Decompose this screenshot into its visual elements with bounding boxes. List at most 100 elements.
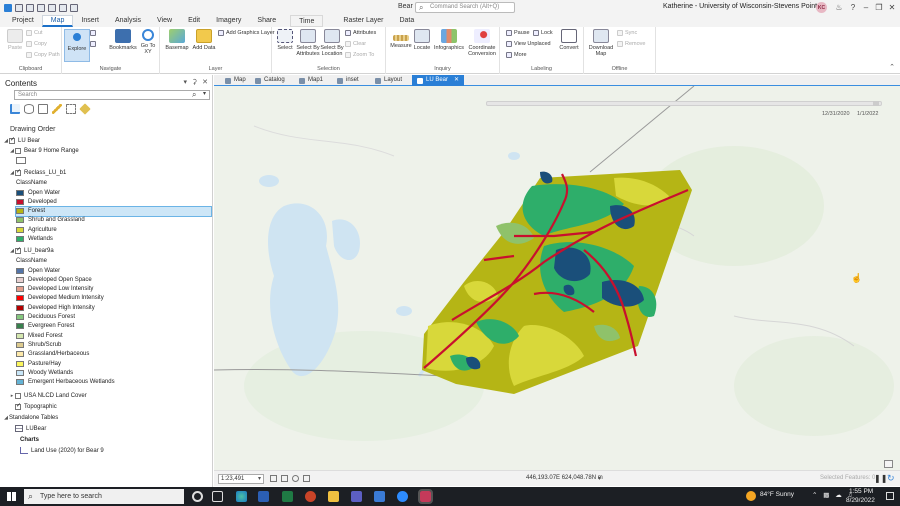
snipping-tool-icon[interactable] <box>418 489 433 504</box>
legend-class-item[interactable]: Forest <box>15 205 212 217</box>
infographics-button[interactable]: Infographics <box>433 29 465 51</box>
legend-class-item[interactable]: Open Water <box>16 266 60 275</box>
pane-bottom-icon[interactable] <box>884 460 893 468</box>
pause-drawing-icon[interactable]: ❚❚ <box>874 474 887 483</box>
tab-edit[interactable]: Edit <box>180 15 208 27</box>
select-by-attributes-button[interactable]: Select By Attributes <box>296 29 320 57</box>
legend-class-item[interactable]: Emergent Herbaceous Wetlands <box>16 378 115 387</box>
collapse-ribbon-icon[interactable]: ⌃ <box>889 63 895 71</box>
legend-class-item[interactable]: Agriculture <box>16 225 57 234</box>
clear-selection-button[interactable]: Clear <box>345 41 366 47</box>
legend-class-item[interactable]: Open Water <box>16 188 60 197</box>
signed-in-user[interactable]: Katherine - University of Wisconsin-Stev… <box>663 3 817 10</box>
list-by-snapping-icon[interactable] <box>66 104 76 114</box>
legend-swatch[interactable] <box>16 208 24 215</box>
grid-icon[interactable] <box>281 475 288 482</box>
avatar[interactable]: KC <box>816 2 827 13</box>
layer-visibility-checkbox[interactable] <box>15 147 21 154</box>
legend-swatch[interactable] <box>16 369 24 376</box>
coordinate-conversion-button[interactable]: Coordinate Conversion <box>466 29 498 57</box>
legend-class-item[interactable]: Developed High Intensity <box>16 303 95 312</box>
legend-class-item[interactable]: Woody Wetlands <box>16 368 73 377</box>
map-visibility-checkbox[interactable] <box>9 136 15 144</box>
go-to-xy-button[interactable]: Go To XY <box>138 29 158 55</box>
multitask-icon[interactable] <box>212 491 223 502</box>
legend-swatch[interactable] <box>16 360 24 367</box>
copy-path-button[interactable]: Copy Path <box>26 52 60 58</box>
legend-swatch[interactable] <box>16 295 24 302</box>
new-project-icon[interactable] <box>15 3 23 12</box>
pane-options-icon[interactable]: ▾ <box>183 78 187 86</box>
legend-class-item[interactable]: Developed Medium Intensity <box>16 294 104 303</box>
edge-browser-icon[interactable] <box>236 491 247 502</box>
convert-button[interactable]: Convert <box>556 29 582 51</box>
clock-time[interactable]: 1:55 PM <box>849 488 873 495</box>
command-search-input[interactable]: Command Search (Alt+Q) <box>415 2 515 13</box>
legend-class-item[interactable]: Developed Low Intensity <box>16 285 93 294</box>
legend-class-item[interactable]: Shrub/Scrub <box>16 340 61 349</box>
add-graphics-layer-button[interactable]: Add Graphics Layer <box>218 30 275 36</box>
legend-swatch[interactable] <box>16 267 24 274</box>
view-tab-map[interactable]: Map <box>220 75 251 86</box>
tab-analysis[interactable]: Analysis <box>107 15 149 27</box>
redo-icon[interactable] <box>59 3 67 12</box>
legend-swatch[interactable] <box>16 351 24 358</box>
pause-labeling-button[interactable]: Pause <box>506 30 530 36</box>
legend-class-item[interactable]: Mixed Forest <box>16 331 63 340</box>
legend-class-item[interactable]: Shrub and Grassland <box>16 216 85 225</box>
open-project-icon[interactable] <box>26 3 34 12</box>
help-icon[interactable]: ? <box>847 2 859 13</box>
teams-icon[interactable] <box>351 491 362 502</box>
minimize-icon[interactable]: – <box>860 2 872 13</box>
layer-reclass-lu-b1[interactable]: ◢Reclass_LU_b1 <box>9 168 66 177</box>
add-data-button[interactable]: Add Data <box>191 29 217 51</box>
restore-icon[interactable]: ❐ <box>873 2 885 13</box>
map-node[interactable]: ◢LU Bear <box>3 136 40 145</box>
clock-date[interactable]: 8/29/2022 <box>846 497 875 504</box>
search-options-icon[interactable]: ▾ <box>203 90 206 97</box>
legend-class-item[interactable]: Deciduous Forest <box>16 313 75 322</box>
map-view[interactable]: 12/31/2020 1/1/2022 ☝ <box>214 86 900 470</box>
list-by-drawing-order-icon[interactable] <box>10 104 20 114</box>
notification-center-icon[interactable] <box>886 492 894 500</box>
excel-icon[interactable] <box>282 491 293 502</box>
zoom-app-icon[interactable] <box>397 491 408 502</box>
sync-button[interactable]: Sync <box>617 30 637 36</box>
view-unplaced-button[interactable]: View Unplaced <box>506 41 551 47</box>
tab-imagery[interactable]: Imagery <box>208 15 249 27</box>
paste-button[interactable]: Paste <box>2 29 28 51</box>
legend-class-item[interactable]: Evergreen Forest <box>16 322 74 331</box>
close-icon[interactable]: ✕ <box>886 2 898 13</box>
legend-swatch[interactable] <box>16 198 24 205</box>
legend-swatch[interactable] <box>16 341 24 348</box>
contents-search-input[interactable]: Search <box>14 90 210 100</box>
undo-icon[interactable] <box>48 3 56 12</box>
polygon-symbol[interactable] <box>16 157 26 164</box>
view-tab-map1[interactable]: Map1 <box>294 75 328 86</box>
tab-data[interactable]: Data <box>391 15 422 27</box>
tab-insert[interactable]: Insert <box>73 15 107 27</box>
scale-dropdown-icon[interactable]: ▾ <box>258 475 261 482</box>
layer-visibility-checkbox[interactable] <box>15 402 21 410</box>
legend-swatch[interactable] <box>16 304 24 311</box>
close-tab-icon[interactable]: ✕ <box>454 75 459 86</box>
previous-extent-button[interactable] <box>90 41 96 47</box>
bookmarks-button[interactable]: Bookmarks <box>109 29 137 51</box>
view-tab-catalog[interactable]: Catalog <box>250 75 290 86</box>
tab-project[interactable]: Project <box>4 15 42 27</box>
view-tab-layout[interactable]: Layout <box>370 75 407 86</box>
tab-share[interactable]: Share <box>249 15 284 27</box>
time-slider[interactable] <box>486 101 882 106</box>
attributes-button[interactable]: Attributes <box>345 30 376 36</box>
list-by-selection-icon[interactable] <box>38 104 48 114</box>
weather-text[interactable]: 84°F Sunny <box>760 491 794 498</box>
home-range-symbol[interactable] <box>16 156 30 165</box>
layer-visibility-checkbox[interactable] <box>15 392 21 399</box>
fixed-zoom-icon[interactable] <box>270 475 277 482</box>
legend-swatch[interactable] <box>16 332 24 339</box>
standalone-tables-node[interactable]: ◢ Standalone Tables <box>3 413 58 422</box>
legend-class-item[interactable]: Developed Open Space <box>16 275 92 284</box>
coordinates-dropdown-icon[interactable]: ▾ <box>598 475 601 482</box>
select-button[interactable]: Select <box>274 29 296 51</box>
powerpoint-icon[interactable] <box>305 491 316 502</box>
